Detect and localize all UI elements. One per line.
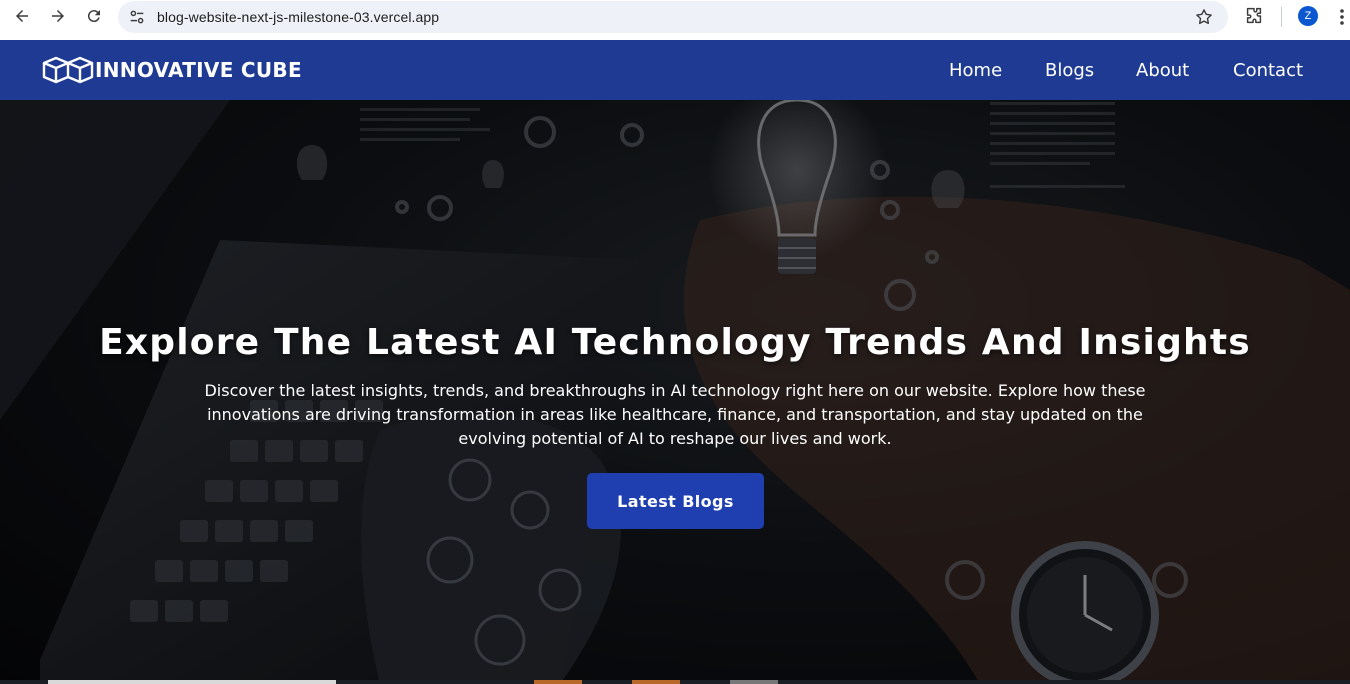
url-text[interactable]: blog-website-next-js-milestone-03.vercel… — [157, 9, 439, 25]
browser-menu-icon[interactable] — [1334, 7, 1350, 27]
brand-name: INNOVATIVE CUBE — [95, 58, 302, 82]
toolbar-separator — [1281, 7, 1282, 27]
reload-icon[interactable] — [82, 4, 106, 28]
extensions-puzzle-icon[interactable] — [1243, 5, 1265, 27]
next-section-card-edge — [632, 680, 680, 684]
nav-link-contact[interactable]: Contact — [1233, 60, 1303, 81]
site-settings-icon[interactable] — [128, 8, 146, 26]
back-arrow-icon[interactable] — [10, 4, 34, 28]
nav-link-about[interactable]: About — [1136, 60, 1189, 81]
site-navbar: INNOVATIVE CUBE Home Blogs About Contact — [0, 40, 1350, 100]
next-section-card-edge — [48, 680, 336, 684]
next-section-card-edge — [730, 680, 778, 684]
profile-avatar[interactable]: Z — [1298, 6, 1318, 26]
brand-logo[interactable]: INNOVATIVE CUBE — [42, 54, 302, 86]
bookmark-star-icon[interactable] — [1194, 7, 1214, 27]
hero-title: Explore The Latest AI Technology Trends … — [99, 322, 1251, 363]
cube-logo-icon — [42, 56, 94, 84]
address-bar[interactable]: blog-website-next-js-milestone-03.vercel… — [118, 1, 1228, 33]
profile-initial: Z — [1304, 10, 1312, 22]
next-section-card-edge — [534, 680, 582, 684]
forward-arrow-icon[interactable] — [46, 4, 70, 28]
nav-link-blogs[interactable]: Blogs — [1045, 60, 1094, 81]
latest-blogs-button[interactable]: Latest Blogs — [587, 473, 764, 529]
nav-link-home[interactable]: Home — [949, 60, 1002, 81]
hero-section: Explore The Latest AI Technology Trends … — [0, 100, 1350, 684]
browser-toolbar: blog-website-next-js-milestone-03.vercel… — [0, 0, 1350, 40]
hero-description: Discover the latest insights, trends, an… — [204, 381, 1146, 448]
